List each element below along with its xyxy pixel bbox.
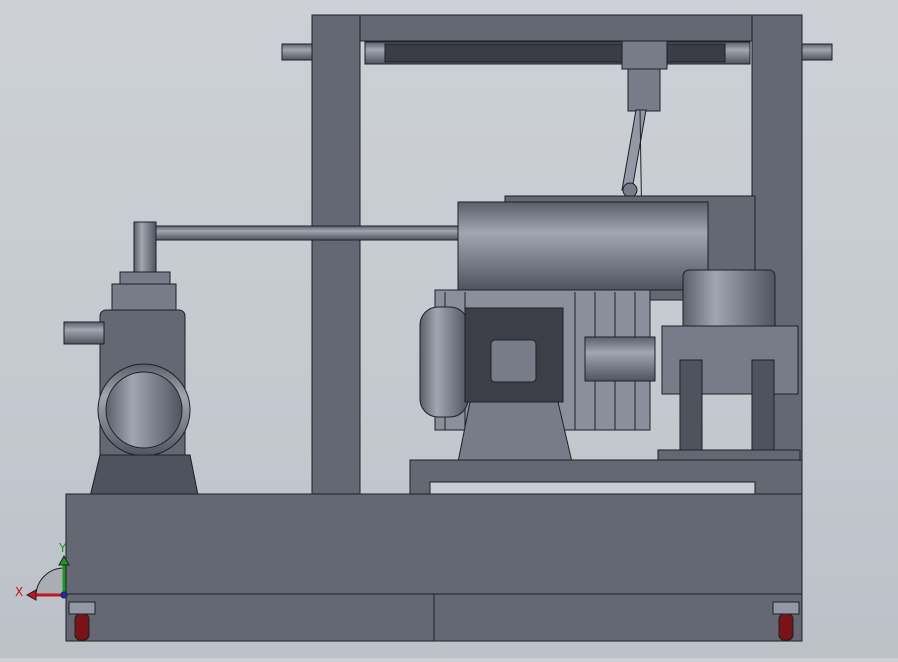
pump-skid-model[interactable]: X Y — [0, 0, 898, 658]
discharge-pipe — [149, 225, 461, 241]
z-axis-dot — [60, 591, 68, 599]
axis-triad[interactable]: X Y — [15, 541, 70, 601]
pipe-elbow — [133, 221, 157, 275]
y-axis-label: Y — [58, 541, 67, 555]
pump-assembly — [63, 271, 201, 506]
coupling — [584, 336, 656, 382]
lead-screw-spring — [384, 43, 726, 63]
cad-viewport[interactable]: X Y — [0, 0, 898, 658]
x-axis-label: X — [15, 585, 23, 599]
